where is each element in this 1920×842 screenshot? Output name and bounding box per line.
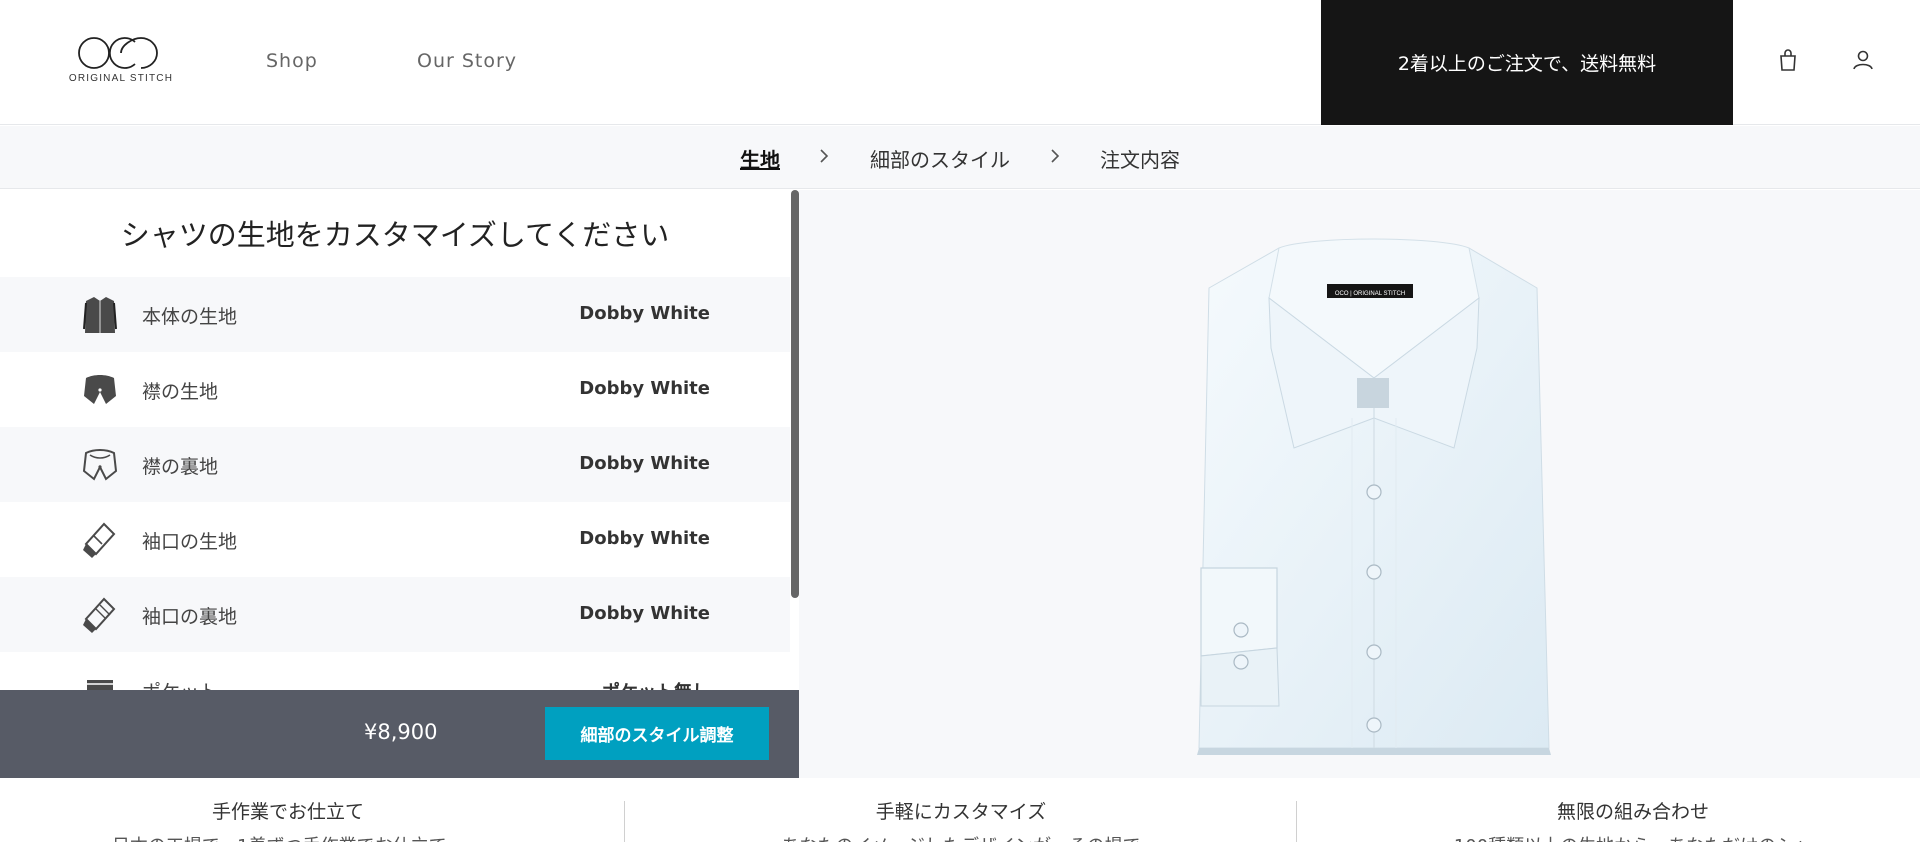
option-value: Dobby White — [579, 453, 710, 474]
logo-mark-icon — [78, 37, 158, 69]
step-navigation: 生地 細部のスタイル 注文内容 — [0, 126, 1920, 189]
chevron-right-icon — [1051, 149, 1060, 163]
feature-divider — [1296, 801, 1297, 842]
option-label: 襟の裏地 — [142, 456, 219, 478]
nav-shop-link[interactable]: Shop — [266, 50, 318, 72]
collar-icon — [84, 375, 116, 404]
option-value: Dobby White — [579, 303, 710, 324]
nav-our-story-link[interactable]: Our Story — [417, 50, 517, 72]
step-fabric[interactable]: 生地 — [740, 144, 780, 173]
logo-text: ORIGINAL STITCH — [68, 73, 174, 84]
shopping-bag-icon[interactable] — [1776, 48, 1800, 72]
feature-combinations: 無限の組み合わせ 100種類以上の生地から、あなただけのシャ — [1353, 797, 1913, 842]
price-bar: ¥8,900 細部のスタイル調整 — [0, 690, 799, 778]
feature-title: 手作業でお仕立て — [211, 801, 364, 823]
option-row-body-fabric[interactable]: 本体の生地 Dobby White — [0, 277, 790, 352]
logo[interactable]: ORIGINAL STITCH — [68, 36, 174, 88]
panel-title: シャツの生地をカスタマイズしてください — [120, 218, 670, 252]
feature-title: 手軽にカスタマイズ — [875, 801, 1047, 823]
shirt-preview-image: OCO | ORIGINAL STITCH — [1197, 238, 1551, 755]
total-price: ¥8,900 — [364, 720, 438, 744]
detail-style-button[interactable]: 細部のスタイル調整 — [545, 707, 769, 760]
option-value: Dobby White — [579, 603, 710, 624]
user-account-icon[interactable] — [1851, 48, 1875, 72]
shirt-body-icon — [83, 297, 117, 333]
option-row-cuff-lining[interactable]: 袖口の裏地 Dobby White — [0, 577, 790, 652]
option-row-cuff-fabric[interactable]: 袖口の生地 Dobby White — [0, 502, 790, 577]
option-label: 袖口の裏地 — [142, 606, 238, 628]
feature-title: 無限の組み合わせ — [1556, 801, 1709, 823]
option-label: 本体の生地 — [142, 306, 238, 328]
feature-strip: 手作業でお仕立て 日本の工場で、1着ずつ手作業でお仕立て。 手軽にカスタマイズ … — [0, 779, 1920, 842]
feature-description: あなたのイメージしたデザインが、その場で — [681, 832, 1241, 842]
collar-lining-icon — [82, 449, 118, 481]
site-header: ORIGINAL STITCH Shop Our Story 2着以上のご注文で… — [0, 0, 1920, 125]
option-row-collar-fabric[interactable]: 襟の生地 Dobby White — [0, 352, 790, 427]
option-label: 襟の生地 — [142, 381, 219, 403]
option-value: Dobby White — [579, 528, 710, 549]
shirt-preview-area: OCO | ORIGINAL STITCH — [799, 190, 1920, 778]
feature-description: 日本の工場で、1着ずつ手作業でお仕立て。 — [8, 832, 568, 842]
feature-description: 100種類以上の生地から、あなただけのシャ — [1353, 832, 1913, 842]
option-value: Dobby White — [579, 378, 710, 399]
shirt-label-text: OCO | ORIGINAL STITCH — [1335, 291, 1405, 297]
step-order-summary[interactable]: 注文内容 — [1100, 144, 1180, 173]
cuff-lining-icon — [83, 597, 116, 633]
free-shipping-banner: 2着以上のご注文で、送料無料 — [1321, 0, 1733, 125]
feature-customize: 手軽にカスタマイズ あなたのイメージしたデザインが、その場で — [681, 797, 1241, 842]
step-detail-style[interactable]: 細部のスタイル — [870, 144, 1010, 173]
chevron-right-icon — [820, 149, 829, 163]
feature-handmade: 手作業でお仕立て 日本の工場で、1着ずつ手作業でお仕立て。 — [8, 797, 568, 842]
cuff-icon — [83, 522, 116, 558]
options-scrollbar[interactable] — [791, 190, 799, 598]
option-row-collar-lining[interactable]: 襟の裏地 Dobby White — [0, 427, 790, 502]
option-label: 袖口の生地 — [142, 531, 238, 553]
feature-divider — [624, 801, 625, 842]
